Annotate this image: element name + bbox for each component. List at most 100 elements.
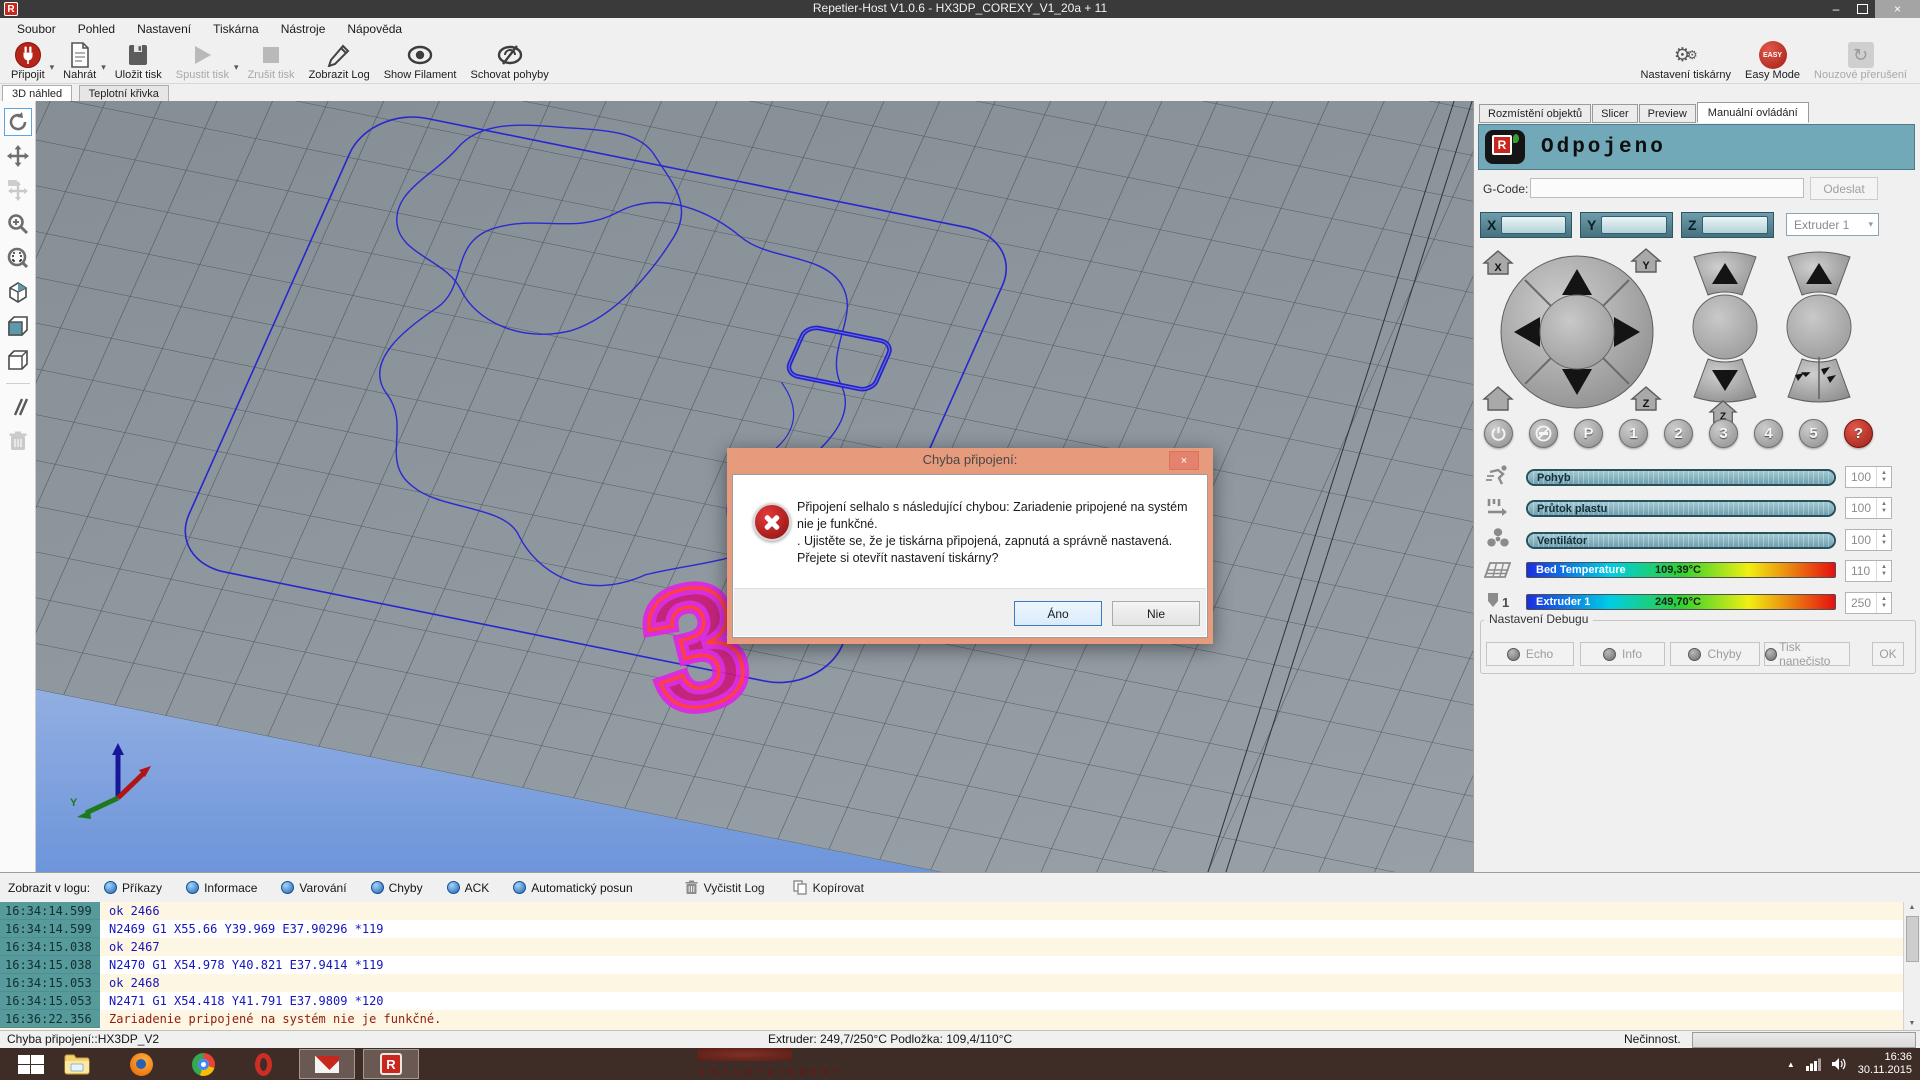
spinner-arrows-icon[interactable]: ▲▼ [1876, 593, 1891, 613]
spinner-arrows-icon[interactable]: ▲▼ [1876, 530, 1891, 550]
menu-nastroje[interactable]: Nástroje [270, 19, 337, 39]
start-button[interactable] [18, 1055, 46, 1074]
park-button[interactable]: P [1574, 419, 1603, 448]
rotate-view-button[interactable] [4, 108, 32, 136]
preset-2-button[interactable]: 2 [1664, 419, 1693, 448]
flow-slider[interactable]: Průtok plastu [1526, 500, 1836, 517]
tab-manual-control[interactable]: Manuální ovládání [1697, 102, 1809, 123]
clear-log-button[interactable]: Vyčistit Log [685, 880, 765, 895]
filter-commands[interactable]: Příkazy [104, 881, 162, 895]
fan-value-spinner[interactable]: 100 ▲▼ [1845, 529, 1892, 551]
filter-errors[interactable]: Chyby [371, 881, 423, 895]
dialog-no-button[interactable]: Nie [1112, 601, 1200, 626]
menu-soubor[interactable]: Soubor [6, 19, 67, 39]
menu-pohled[interactable]: Pohled [67, 19, 126, 39]
preset-5-button[interactable]: 5 [1799, 419, 1828, 448]
filter-warnings[interactable]: Varování [281, 881, 346, 895]
extruder-temperature-bar[interactable]: Extruder 1 249,70°C [1526, 594, 1836, 610]
isometric-view-button[interactable] [4, 278, 32, 306]
connect-button[interactable]: Připojit [4, 41, 52, 81]
connect-dropdown-caret[interactable]: ▾ [50, 62, 55, 73]
debug-info-button: Info [1580, 642, 1665, 666]
mail-app-button[interactable] [299, 1049, 355, 1079]
printer-settings-button[interactable]: ⚙⚙ Nastavení tiskárny [1634, 41, 1738, 81]
menu-tiskarna[interactable]: Tiskárna [202, 19, 270, 39]
show-filament-button[interactable]: Show Filament [377, 41, 464, 81]
copy-log-button[interactable]: Kopírovat [793, 880, 864, 895]
filter-autoscroll[interactable]: Automatický posun [513, 881, 632, 895]
emergency-stop-button: ↻ Nouzové přerušení [1807, 41, 1914, 81]
tray-expand-icon[interactable]: ▲ [1787, 1060, 1795, 1069]
z-jog-control[interactable] [1686, 251, 1764, 408]
log-scrollbar[interactable]: ▲ ▼ [1903, 902, 1920, 1030]
load-button[interactable]: Nahrát [56, 41, 103, 81]
tab-preview[interactable]: Preview [1639, 104, 1696, 123]
front-view-button[interactable] [4, 312, 32, 340]
spinner-arrows-icon[interactable]: ▲▼ [1876, 467, 1891, 487]
z-position-display: Z [1681, 212, 1774, 238]
menu-nastaveni[interactable]: Nastavení [126, 19, 202, 39]
scroll-up-icon[interactable]: ▲ [1909, 902, 1916, 914]
spinner-arrows-icon[interactable]: ▲▼ [1876, 498, 1891, 518]
scrollbar-thumb[interactable] [1906, 916, 1919, 962]
network-icon[interactable] [1806, 1058, 1821, 1071]
tab-temperature-curve[interactable]: Teplotní křivka [79, 85, 169, 101]
power-button[interactable] [1484, 419, 1513, 448]
speed-slider[interactable]: Pohyb [1526, 469, 1836, 486]
close-button[interactable]: × [1875, 0, 1920, 18]
hide-travel-button[interactable]: Schovat pohyby [463, 41, 555, 81]
main-toolbar: Připojit ▾ Nahrát ▾ Uložit tisk Spustit … [0, 40, 1920, 84]
start-print-button: Spustit tisk [169, 41, 236, 81]
speaker-icon[interactable] [1832, 1057, 1847, 1071]
preset-3-button[interactable]: 3 [1709, 419, 1738, 448]
windows-taskbar: ENTERTAINMENT R ▲ 16:36 30.11.2015 [0, 1048, 1920, 1080]
speed-value-spinner[interactable]: 100 ▲▼ [1845, 466, 1892, 488]
extruder-temp-spinner[interactable]: 250 ▲▼ [1845, 592, 1892, 614]
maximize-button[interactable] [1849, 0, 1875, 18]
flow-value-spinner[interactable]: 100 ▲▼ [1845, 497, 1892, 519]
file-explorer-icon[interactable] [64, 1051, 90, 1077]
gcode-input[interactable] [1530, 178, 1804, 198]
help-button[interactable]: ? [1844, 419, 1873, 448]
easy-mode-button[interactable]: EASY Easy Mode [1738, 41, 1807, 81]
bed-temp-spinner[interactable]: 110 ▲▼ [1845, 560, 1892, 582]
dialog-close-button[interactable]: × [1169, 451, 1199, 470]
firefox-icon[interactable] [128, 1051, 154, 1077]
minimize-button[interactable]: – [1823, 0, 1849, 18]
repetier-host-taskbar-button[interactable]: R [363, 1049, 419, 1079]
preset-1-button[interactable]: 1 [1619, 419, 1648, 448]
debug-dryrun-button: Tisk nanečisto [1764, 642, 1850, 666]
move-view-button[interactable] [4, 142, 32, 170]
xy-jog-pad[interactable] [1498, 253, 1656, 416]
log-row: 16:34:15.038ok 2467 [0, 938, 1920, 956]
log-output[interactable]: 16:34:14.599ok 2466 16:34:14.599N2469 G1… [0, 902, 1920, 1030]
opera-icon[interactable] [250, 1051, 276, 1077]
error-icon [753, 503, 791, 541]
spinner-arrows-icon[interactable]: ▲▼ [1876, 561, 1891, 581]
maximize-icon [1857, 4, 1868, 14]
load-dropdown-caret[interactable]: ▾ [101, 62, 106, 73]
fan-slider[interactable]: Ventilátor [1526, 532, 1836, 549]
save-print-button[interactable]: Uložit tisk [108, 41, 169, 81]
top-view-button[interactable] [4, 346, 32, 374]
tab-slicer[interactable]: Slicer [1592, 104, 1638, 123]
tab-object-placement[interactable]: Rozmístění objektů [1479, 104, 1591, 123]
fit-view-button[interactable] [4, 244, 32, 272]
chrome-icon[interactable] [190, 1051, 216, 1077]
zoom-in-button[interactable] [4, 210, 32, 238]
filter-ack[interactable]: ACK [447, 881, 490, 895]
heater-off-button[interactable] [1529, 419, 1558, 448]
scroll-down-icon[interactable]: ▼ [1909, 1018, 1916, 1030]
parallel-projection-button[interactable] [4, 393, 32, 421]
preset-4-button[interactable]: 4 [1754, 419, 1783, 448]
extruder-jog-control[interactable] [1780, 251, 1858, 408]
system-tray: ▲ 16:36 30.11.2015 [1787, 1048, 1912, 1080]
menu-napoveda[interactable]: Nápověda [336, 19, 413, 39]
extruder-select[interactable]: Extruder 1 ▾ [1786, 213, 1879, 236]
filter-info[interactable]: Informace [186, 881, 257, 895]
taskbar-clock[interactable]: 16:36 30.11.2015 [1858, 1051, 1912, 1077]
bed-temperature-bar[interactable]: Bed Temperature 109,39°C [1526, 562, 1836, 578]
show-log-button[interactable]: Zobrazit Log [302, 41, 377, 81]
dialog-yes-button[interactable]: Áno [1014, 601, 1102, 626]
tab-3d-view[interactable]: 3D náhled [2, 85, 72, 101]
